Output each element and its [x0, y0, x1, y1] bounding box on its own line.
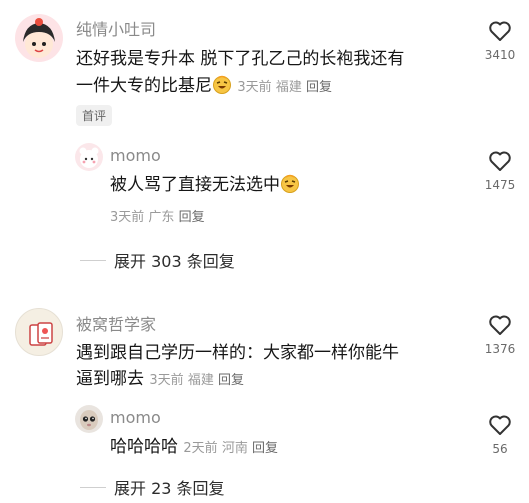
expand-replies-button[interactable]: 展开 23 条回复	[80, 475, 225, 499]
reply-avatar[interactable]	[75, 143, 103, 171]
reply-button[interactable]: 回复	[218, 373, 244, 388]
avatar[interactable]	[15, 14, 63, 62]
comment-text: 一件大专的比基尼	[76, 76, 212, 96]
reply-location: 河南	[221, 441, 248, 456]
reply-location: 广东	[148, 210, 175, 225]
reply-username[interactable]: momo	[110, 408, 161, 427]
laugh-emoji-icon	[213, 75, 231, 94]
expand-label: 展开 23 条回复	[114, 479, 225, 498]
like-count: 1475	[484, 178, 516, 192]
comment-meta: 3天前 福建 回复	[149, 373, 244, 388]
like-count: 56	[492, 442, 508, 456]
comment-text-line-1: 遇到跟自己学历一样的：大家都一样你能牛	[76, 343, 399, 363]
comment-time: 3天前	[149, 373, 184, 388]
heart-icon	[489, 315, 511, 335]
comment-location: 福建	[275, 80, 302, 95]
like-button[interactable]: 3410	[478, 20, 522, 62]
reply-text-line: 哈哈哈哈 2天前 河南 回复	[110, 434, 278, 462]
divider	[80, 486, 106, 488]
comment-text-line-1: 还好我是专升本 脱下了孔乙己的长袍我还有	[76, 49, 405, 69]
divider	[80, 259, 106, 261]
avatar[interactable]	[15, 308, 63, 356]
like-count: 3410	[484, 48, 516, 62]
reply-text-line: 被人骂了直接无法选中	[110, 172, 300, 199]
comment-text-line-2: 一件大专的比基尼 3天前 福建 回复	[76, 73, 332, 101]
comment-meta: 3天前 福建 回复	[237, 80, 332, 95]
reply-button[interactable]: 回复	[306, 80, 332, 95]
heart-icon	[489, 21, 511, 41]
reply-username[interactable]: momo	[110, 146, 161, 165]
reply-meta: 3天前 广东 回复	[110, 206, 205, 225]
reply-button[interactable]: 回复	[179, 210, 205, 225]
comment-username[interactable]: 纯情小吐司	[76, 16, 156, 40]
reply-avatar[interactable]	[75, 405, 103, 433]
expand-label: 展开 303 条回复	[114, 252, 235, 271]
comment-username[interactable]: 被窝哲学家	[76, 311, 156, 335]
reply-text: 哈哈哈哈	[110, 437, 178, 457]
heart-icon	[489, 415, 511, 435]
comment-time: 3天前	[237, 80, 272, 95]
heart-icon	[489, 151, 511, 171]
reply-time: 3天前	[110, 210, 145, 225]
reply-button[interactable]: 回复	[252, 441, 278, 456]
like-count: 1376	[484, 342, 516, 356]
reply-time: 2天前	[183, 441, 218, 456]
reply-meta: 2天前 河南 回复	[183, 441, 278, 456]
expand-replies-button[interactable]: 展开 303 条回复	[80, 248, 235, 272]
laugh-emoji-icon	[281, 174, 299, 193]
like-button[interactable]: 1475	[478, 150, 522, 192]
reply-text: 被人骂了直接无法选中	[110, 175, 280, 195]
like-button[interactable]: 1376	[478, 314, 522, 356]
comment-location: 福建	[187, 373, 214, 388]
first-comment-badge: 首评	[76, 105, 113, 126]
like-button[interactable]: 56	[478, 414, 522, 456]
comment-text-line-2: 逼到哪去 3天前 福建 回复	[76, 366, 244, 394]
comment-text: 逼到哪去	[76, 369, 144, 389]
